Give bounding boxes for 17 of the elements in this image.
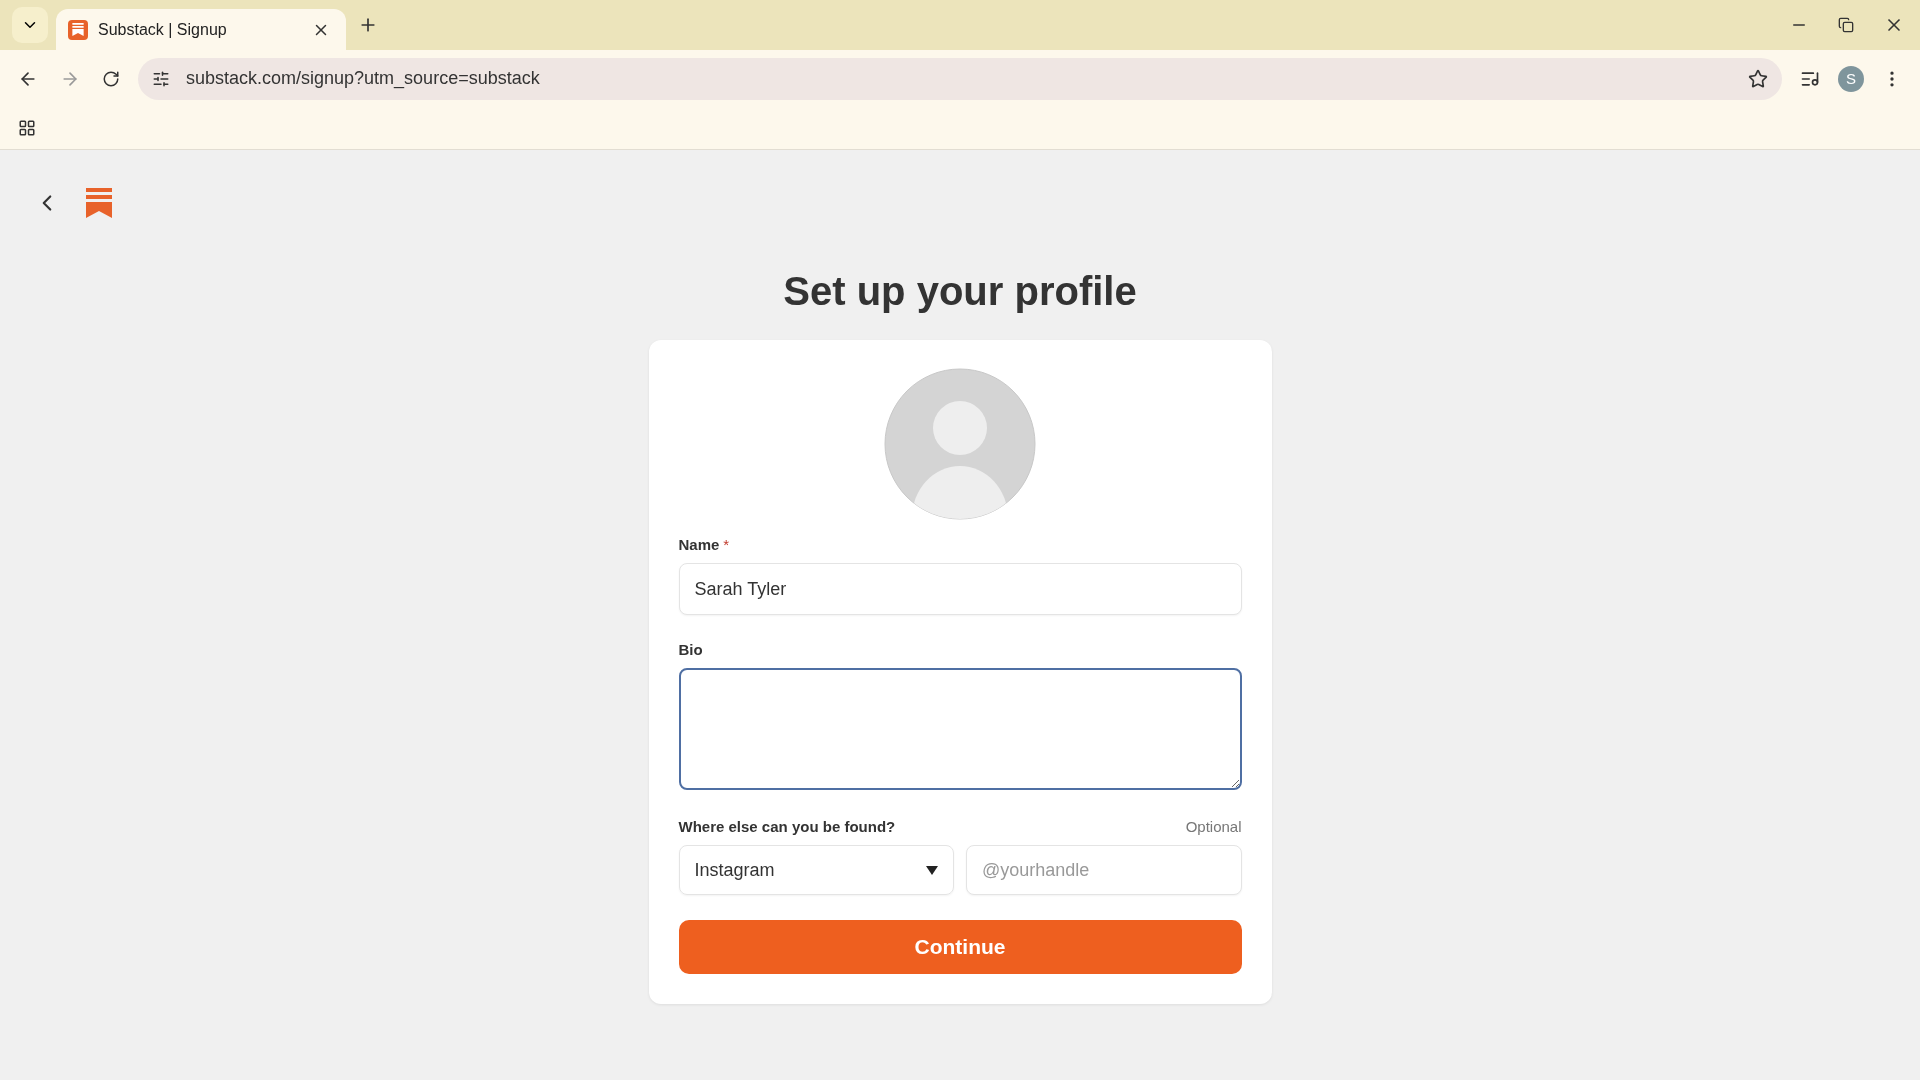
substack-logo-icon[interactable]	[86, 187, 112, 218]
field-label: Bio	[678, 641, 703, 658]
field-label: Name	[678, 536, 720, 553]
field-label: Where else can you be found?	[678, 818, 896, 835]
page-title: Set up your profile	[783, 269, 1137, 314]
required-mark: *	[723, 536, 730, 553]
platform-select[interactable]: Instagram	[678, 845, 954, 895]
substack-logo-icon	[68, 19, 88, 40]
optional-hint: Optional	[1185, 818, 1242, 835]
bio-textarea[interactable]	[678, 668, 1242, 790]
dropdown-caret-icon	[926, 865, 938, 875]
url-text: substack.com/signup?utm_source=substack	[186, 68, 541, 89]
tab-title: Substack | Signup	[98, 20, 228, 39]
name-input[interactable]: Sarah Tyler	[678, 563, 1242, 615]
browser-tab[interactable]: Substack | Signup	[56, 9, 346, 50]
address-bar[interactable]: substack.com/signup?utm_source=substack	[138, 57, 1782, 100]
handle-input[interactable]: @yourhandle	[966, 845, 1242, 895]
